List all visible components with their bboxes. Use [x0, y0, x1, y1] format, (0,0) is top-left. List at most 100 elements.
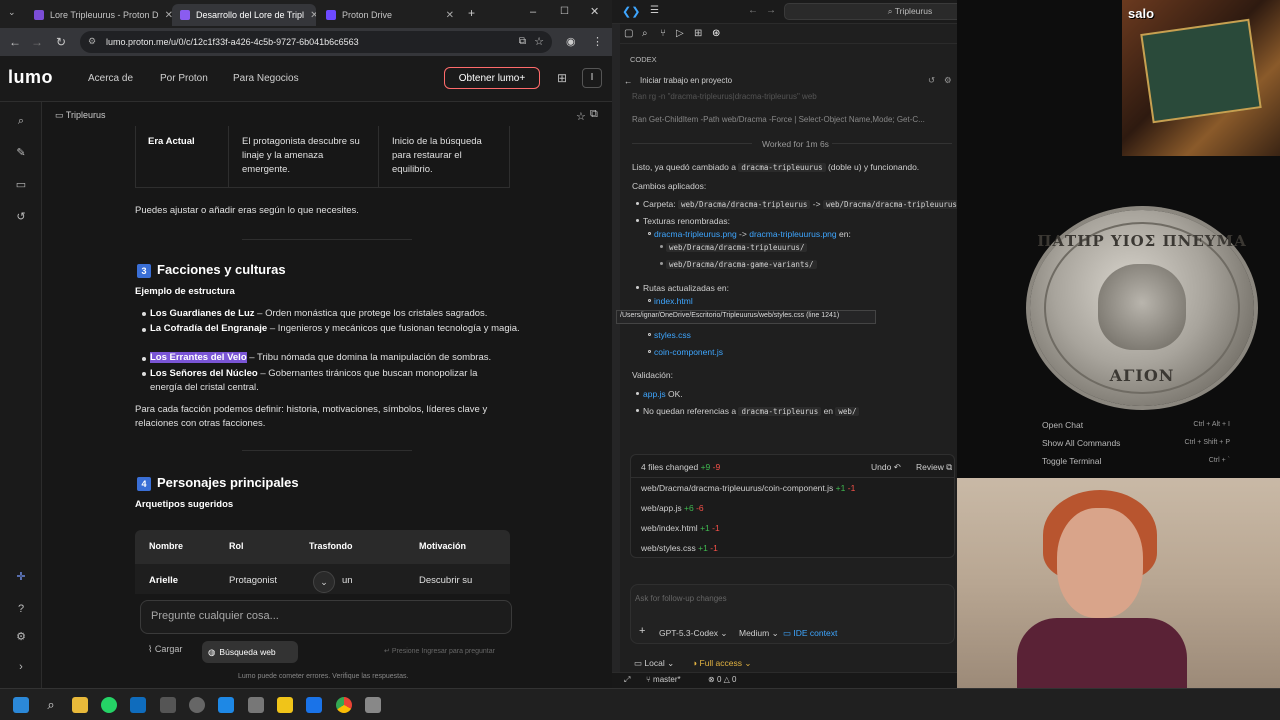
prompt-input[interactable]: Pregunte cualquier cosa...: [140, 600, 512, 634]
settings-icon[interactable]: ⚙: [944, 74, 952, 86]
explorer-icon[interactable]: ▢: [624, 28, 633, 39]
menu-icon[interactable]: ☰: [650, 5, 659, 16]
user-avatar[interactable]: I: [582, 68, 602, 88]
ide-context-toggle[interactable]: ▭ IDE context: [783, 627, 837, 639]
install-app-icon[interactable]: ⧉: [519, 36, 526, 47]
apps-grid-icon[interactable]: ⊞: [557, 71, 567, 85]
favorite-star-icon[interactable]: ☆: [576, 110, 586, 123]
undo-button[interactable]: Undo ↶: [871, 461, 901, 473]
command-label: Open Chat: [1042, 420, 1084, 430]
nav-forward-icon[interactable]: →: [766, 5, 776, 16]
faction-item: Los Errantes del Velo – Tribu nómada que…: [150, 351, 520, 365]
search-icon[interactable]: ⌕: [14, 114, 28, 128]
share-icon[interactable]: ⧉: [590, 108, 598, 121]
minimize-icon[interactable]: –: [530, 6, 536, 18]
ruta-link-coin[interactable]: coin-component.js: [654, 346, 723, 358]
bookmark-star-icon[interactable]: ☆: [534, 35, 544, 48]
url-field[interactable]: ⚙ lumo.proton.me/u/0/c/12c1f33f-a426-4c5…: [80, 31, 552, 53]
toggle-terminal-command[interactable]: Toggle Terminal: [1042, 456, 1101, 466]
faction-item: La Cofradía del Engranaje – Ingenieros y…: [150, 322, 520, 336]
divider: [378, 126, 379, 188]
branch-indicator[interactable]: ⑂ master*: [646, 675, 681, 684]
review-button[interactable]: Review ⧉: [916, 461, 952, 473]
file-explorer-icon[interactable]: [72, 697, 88, 713]
plus-icon[interactable]: ✛: [14, 570, 28, 584]
windows-start-icon[interactable]: [13, 697, 29, 713]
changed-file-row[interactable]: web/app.js +6 -6: [641, 502, 704, 514]
proton-favicon-icon: [34, 10, 44, 20]
model-select[interactable]: GPT-5.3-Codex ⌄: [659, 627, 728, 639]
tex-from-link[interactable]: dracma-tripleurus.png: [654, 229, 737, 239]
appjs-link[interactable]: app.js: [643, 389, 666, 399]
extensions-icon[interactable]: ⊞: [694, 28, 702, 39]
bullet: [142, 328, 146, 332]
back-icon[interactable]: ←: [4, 35, 26, 49]
expand-chevron-icon[interactable]: ›: [14, 660, 28, 674]
effort-select[interactable]: Medium ⌄: [739, 627, 779, 639]
folder-icon[interactable]: ▭: [14, 178, 28, 192]
breadcrumb[interactable]: ▭ Tripleurus: [55, 110, 106, 121]
whatsapp-icon[interactable]: [101, 697, 117, 713]
codex-icon[interactable]: ⊛: [712, 28, 720, 39]
search-icon[interactable]: ⌕: [642, 28, 648, 39]
sticky-notes-icon[interactable]: [277, 697, 293, 713]
nav-acerca[interactable]: Acerca de: [88, 73, 133, 84]
remote-icon[interactable]: ⤢: [624, 675, 630, 685]
validacion-item: app.js OK.: [643, 388, 683, 400]
vscode-icon[interactable]: [218, 697, 234, 713]
changed-file-row[interactable]: web/index.html +1 -1: [641, 522, 720, 534]
open-chat-command[interactable]: Open Chat: [1042, 420, 1083, 430]
new-chat-icon[interactable]: ✎: [14, 146, 28, 160]
chrome-menu-icon[interactable]: ⋮: [592, 35, 603, 48]
run-debug-icon[interactable]: ▷: [676, 28, 684, 39]
close-tab-icon[interactable]: ✕: [310, 10, 316, 21]
document-icon[interactable]: [306, 697, 322, 713]
new-tab-icon[interactable]: +: [468, 6, 475, 20]
app-icon[interactable]: [160, 697, 176, 713]
lumo-logo[interactable]: lumo: [8, 67, 53, 88]
tex-to-link[interactable]: dracma-tripleuurus.png: [749, 229, 836, 239]
history-icon[interactable]: ↺: [14, 210, 28, 224]
close-tab-icon[interactable]: ✕: [165, 10, 172, 21]
history-icon[interactable]: ↺: [928, 74, 935, 86]
profile-icon[interactable]: ◉: [566, 35, 576, 48]
ruta-link-index[interactable]: index.html: [654, 295, 693, 307]
chrome-icon[interactable]: [336, 697, 352, 713]
tab-desarrollo-lore[interactable]: Desarrollo del Lore de Tripl ✕: [172, 4, 316, 26]
web-search-button[interactable]: ◍ Búsqueda web: [202, 641, 298, 663]
obtener-lumo-plus-button[interactable]: Obtener lumo+: [444, 67, 540, 89]
site-info-icon[interactable]: ⚙: [88, 36, 96, 47]
forward-icon[interactable]: →: [26, 35, 48, 49]
chatgpt-icon[interactable]: [189, 697, 205, 713]
github-icon[interactable]: [248, 697, 264, 713]
scroll-down-chevron-icon[interactable]: ⌄: [313, 571, 335, 593]
ruta-link-styles[interactable]: styles.css: [654, 329, 691, 341]
followup-input-box[interactable]: Ask for follow-up changes + GPT-5.3-Code…: [630, 584, 955, 644]
reload-icon[interactable]: ↻: [50, 35, 72, 49]
tab-lore-tripleuurus[interactable]: Lore Tripleuurus - Proton D ✕: [26, 4, 172, 26]
changed-file-row[interactable]: web/styles.css +1 -1: [641, 542, 718, 554]
search-icon[interactable]: ⌕: [43, 697, 59, 713]
changed-file-row[interactable]: web/Dracma/dracma-tripleuurus/coin-compo…: [641, 482, 855, 494]
close-window-icon[interactable]: ✕: [590, 5, 599, 18]
upload-button[interactable]: ⌇ Cargar: [148, 644, 182, 655]
nav-por-proton[interactable]: Por Proton: [160, 73, 208, 84]
problems-indicator[interactable]: ⊗ 0 △ 0: [708, 675, 736, 684]
store-icon[interactable]: [130, 697, 146, 713]
attach-plus-icon[interactable]: +: [639, 625, 645, 637]
nav-back-icon[interactable]: ←: [748, 5, 758, 16]
maximize-icon[interactable]: ☐: [560, 6, 569, 17]
settings-icon[interactable]: [365, 697, 381, 713]
close-tab-icon[interactable]: ✕: [446, 10, 454, 21]
settings-gear-icon[interactable]: ⚙: [14, 630, 28, 644]
show-all-commands[interactable]: Show All Commands: [1042, 438, 1120, 448]
tab-proton-drive[interactable]: Proton Drive ✕: [318, 4, 462, 26]
source-control-icon[interactable]: ⑂: [660, 28, 666, 39]
tab-search-icon[interactable]: ⌄: [8, 7, 16, 18]
back-arrow-icon[interactable]: ←: [624, 75, 633, 87]
local-select[interactable]: ▭ Local ⌄: [634, 657, 674, 669]
help-icon[interactable]: ?: [14, 602, 28, 616]
access-select[interactable]: ◑ Full access ⌄: [692, 657, 752, 669]
nav-negocios[interactable]: Para Negocios: [233, 73, 299, 84]
faction-desc: – Tribu nómada que domina la manipulació…: [246, 352, 492, 363]
